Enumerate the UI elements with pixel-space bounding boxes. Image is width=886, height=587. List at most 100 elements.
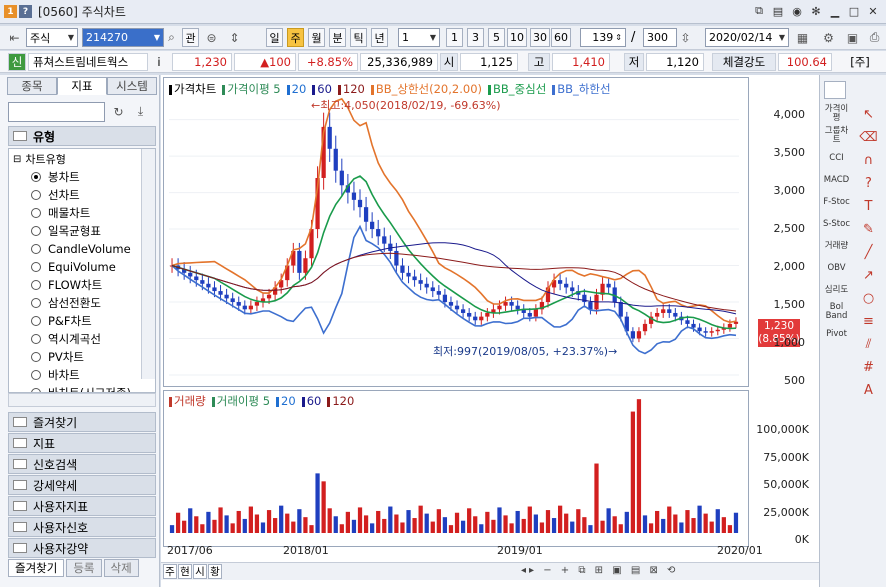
chart-type-option[interactable]: 삼선전환도 (31, 294, 101, 312)
eraser-icon[interactable]: ⌫ (854, 126, 883, 149)
minimize-button[interactable]: ▁ (828, 4, 842, 18)
chart-mode-button[interactable]: 현 (178, 564, 192, 579)
legend-item[interactable]: 120 (327, 394, 354, 408)
legend-item[interactable]: 120 (337, 82, 365, 96)
market-select[interactable]: 주식 ▼ (26, 28, 78, 47)
legend-item[interactable]: BB_상한선(20,2.00) (370, 81, 482, 97)
indicator-shortcut[interactable]: Bol Band (822, 301, 851, 323)
help-icon[interactable]: ? (854, 172, 883, 195)
chart-canvas[interactable] (161, 75, 819, 587)
period-day[interactable]: 일 (266, 28, 283, 47)
chart-type-option[interactable]: PV차트 (31, 348, 84, 366)
chart-mode-button[interactable]: 시 (193, 564, 207, 579)
interval-1[interactable]: 1 (446, 28, 463, 47)
legend-item[interactable]: 60 (312, 82, 332, 96)
chart-type-option[interactable]: 바차트 (31, 366, 80, 384)
save-icon[interactable]: ▤ (771, 4, 785, 18)
fibo-icon[interactable]: ≡ (854, 310, 883, 333)
text-icon[interactable]: T (854, 195, 883, 218)
indicator-shortcut[interactable]: Pivot (822, 323, 851, 345)
section-3[interactable]: 강세약세 (8, 475, 156, 495)
pen-icon[interactable]: ✎ (854, 218, 883, 241)
chart-type-option[interactable]: 일목균형표 (31, 222, 101, 240)
circle-icon[interactable]: ○ (854, 287, 883, 310)
indicator-shortcut[interactable]: F-Stoc (822, 191, 851, 213)
indicator-shortcut[interactable]: OBV (822, 257, 851, 279)
section-4[interactable]: 사용자지표 (8, 496, 156, 516)
indicator-shortcut[interactable]: CCI (822, 147, 851, 169)
section-1[interactable]: 지표 (8, 433, 156, 453)
period-week[interactable]: 주 (287, 28, 304, 47)
interval-5[interactable]: 5 (488, 28, 505, 47)
line-icon[interactable]: ╱ (854, 241, 883, 264)
total-count-input[interactable]: 300 (643, 28, 677, 47)
tree-root[interactable]: ⊟ 차트유형 (13, 150, 66, 168)
section-0[interactable]: 즐겨찾기 (8, 412, 156, 432)
section-2[interactable]: 신호검색 (8, 454, 156, 474)
chart-type-option[interactable]: 역시계곡선 (31, 330, 101, 348)
tool-tab-indicators[interactable] (824, 81, 846, 99)
legend-item[interactable]: BB_하한선 (552, 81, 611, 97)
legend-item[interactable]: BB_중심선 (488, 81, 546, 97)
period-minute[interactable]: 분 (329, 28, 346, 47)
legend-item[interactable]: 20 (276, 394, 296, 408)
indicator-search-input[interactable] (8, 102, 105, 122)
indicator-shortcut[interactable]: 가격이평 (822, 103, 851, 125)
legend-item[interactable]: 거래량 (169, 393, 206, 409)
legend-item[interactable]: 60 (301, 394, 321, 408)
sync-icon[interactable]: ⊜ (203, 29, 220, 46)
grid-icon[interactable]: # (854, 356, 883, 379)
settings-icon[interactable]: ⚙ (820, 29, 837, 46)
tab-indicators[interactable]: 지표 (57, 77, 107, 95)
chart-area[interactable]: 가격차트 가격이평 5 20 60 120 BB_상한선(20,2.00) BB_중심선 BB… (161, 75, 819, 587)
interval-select[interactable]: 1 ▼ (398, 28, 440, 47)
chart-type-option[interactable]: CandleVolume (31, 240, 131, 258)
search-icon[interactable]: ⌕ (163, 29, 180, 46)
legend-item[interactable]: 가격이평 5 (222, 81, 281, 97)
channel-icon[interactable]: ⫽ (854, 333, 883, 356)
section-6[interactable]: 사용자강약 (8, 538, 156, 558)
chart-type-option[interactable]: 봉차트 (31, 168, 80, 186)
section-type[interactable]: 유형 (8, 126, 156, 146)
download-icon[interactable]: ⤓ (132, 103, 149, 120)
chart-type-option[interactable]: EquiVolume (31, 258, 116, 276)
interval-60[interactable]: 60 (551, 28, 571, 47)
tree-vscroll[interactable] (141, 149, 155, 379)
indicator-shortcut[interactable]: 거래량 (822, 235, 851, 257)
tree-hscroll[interactable] (8, 393, 156, 407)
gear-icon[interactable]: ✻ (809, 4, 823, 18)
prev-icon[interactable]: ⇤ (6, 29, 23, 46)
table-icon[interactable]: ▦ (794, 29, 811, 46)
auto-icon[interactable]: A (854, 379, 883, 402)
info-icon[interactable]: i (152, 53, 166, 71)
link-icon[interactable]: ⧉ (752, 4, 766, 18)
refresh-icon[interactable]: ↻ (110, 103, 127, 120)
stock-code-input[interactable]: 214270 ▼ (82, 28, 164, 47)
tab-delete[interactable]: 삭제 (103, 559, 139, 577)
tab-register[interactable]: 등록 (66, 559, 102, 577)
tab-favorites[interactable]: 즐겨찾기 (8, 559, 65, 577)
chart-type-option[interactable]: FLOW차트 (31, 276, 102, 294)
legend-item[interactable]: 가격차트 (169, 81, 216, 97)
indicator-shortcut[interactable]: S-Stoc (822, 213, 851, 235)
close-button[interactable]: ✕ (866, 4, 880, 18)
interval-3[interactable]: 3 (467, 28, 484, 47)
interest-button[interactable]: 관 (182, 28, 199, 47)
legend-item[interactable]: 거래이평 5 (211, 393, 270, 409)
chart-mode-button[interactable]: 주 (163, 564, 177, 579)
zoom-controls[interactable]: ◂▸ − + ⧉ ⊞ ▣ ▤ ⊠ ⟲ (521, 565, 678, 576)
period-tick[interactable]: 틱 (350, 28, 367, 47)
chart-type-option[interactable]: 선차트 (31, 186, 80, 204)
camera-icon[interactable]: ◉ (790, 4, 804, 18)
tab-stocks[interactable]: 종목 (7, 77, 57, 95)
interval-10[interactable]: 10 (507, 28, 527, 47)
ray-icon[interactable]: ↗ (854, 264, 883, 287)
help-badge[interactable]: ? (19, 5, 32, 18)
tab-system[interactable]: 시스템 (107, 77, 157, 95)
legend-item[interactable]: 20 (286, 82, 306, 96)
period-month[interactable]: 월 (308, 28, 325, 47)
screen-number-badge[interactable]: 1 (4, 5, 17, 18)
period-year[interactable]: 년 (371, 28, 388, 47)
magnet-icon[interactable]: ∩ (854, 149, 883, 172)
indicator-shortcut[interactable]: MACD (822, 169, 851, 191)
